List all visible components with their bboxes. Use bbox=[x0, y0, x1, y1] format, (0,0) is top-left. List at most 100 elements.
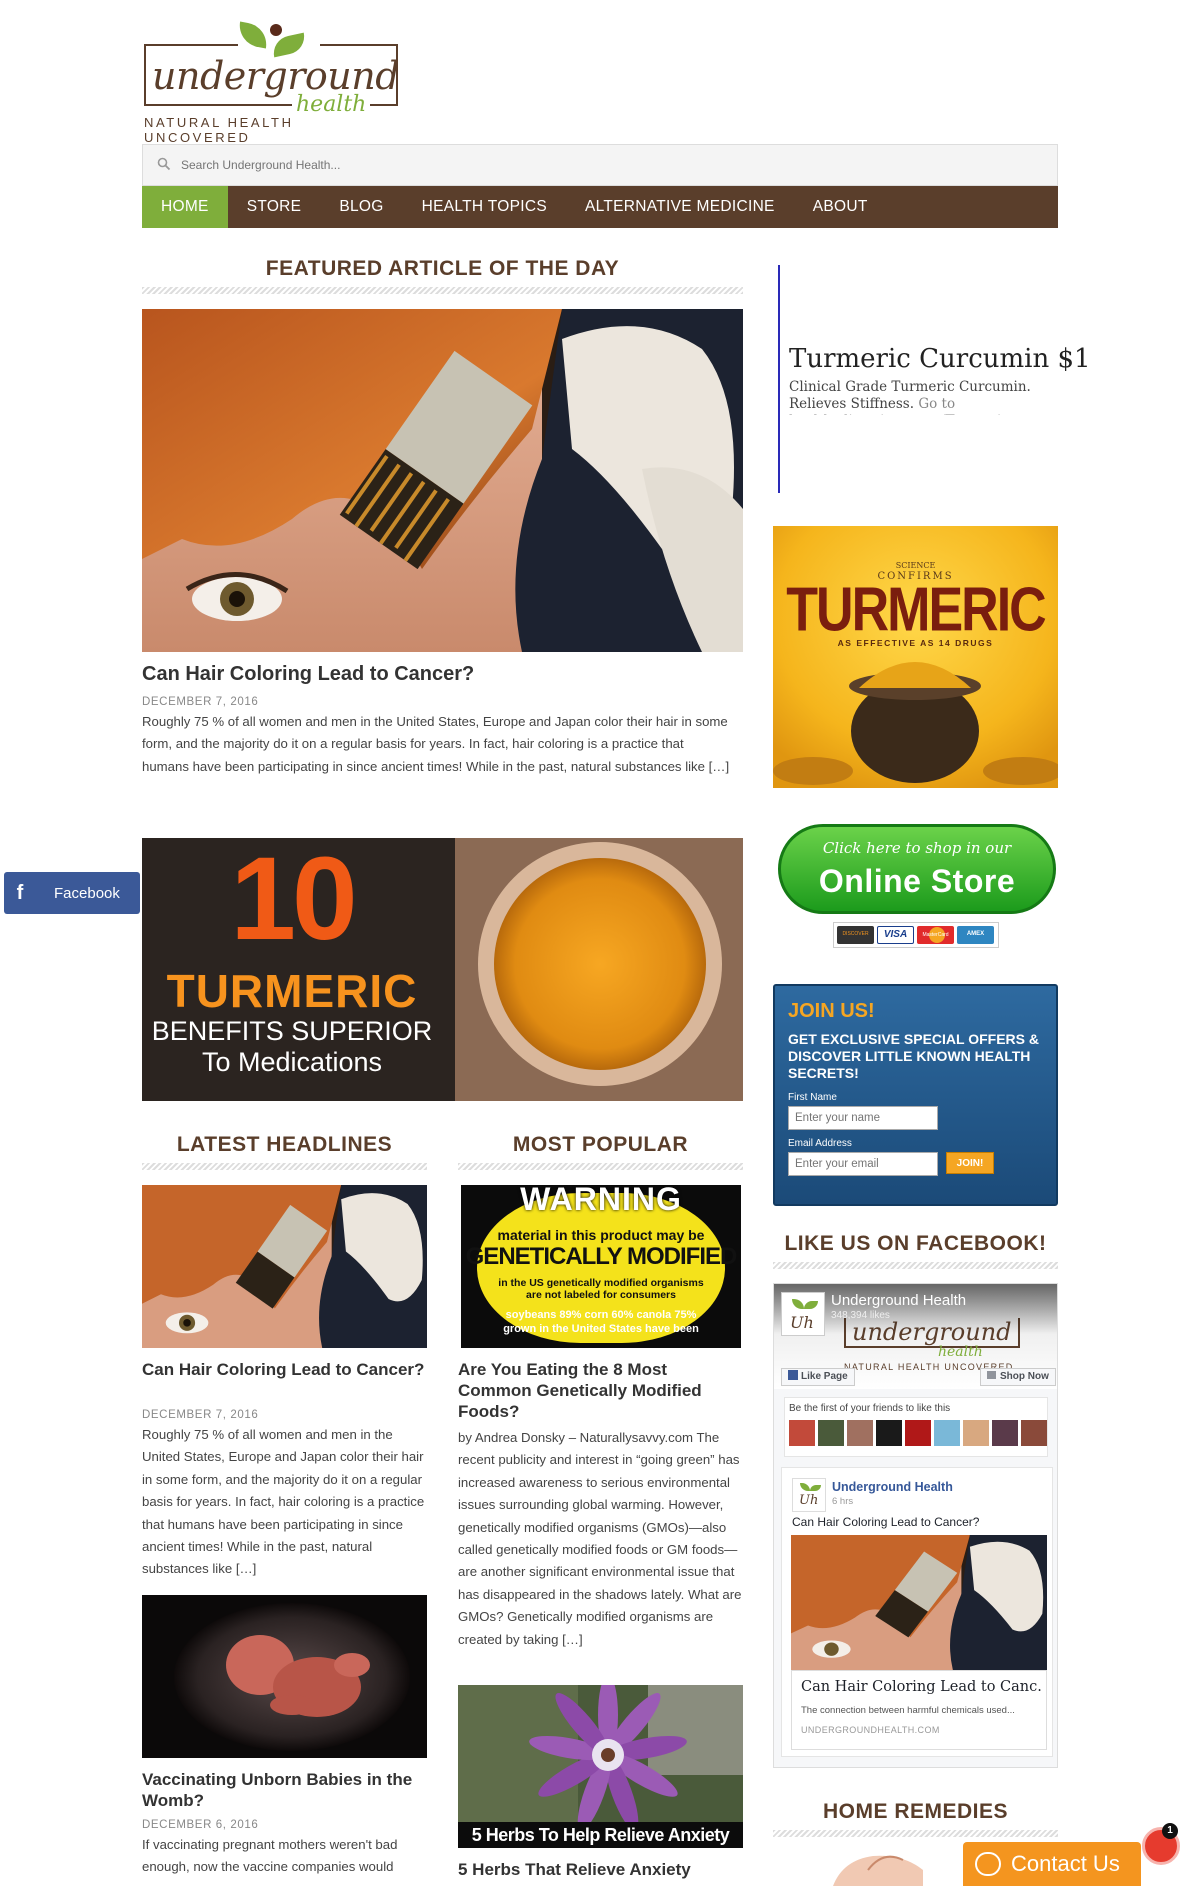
latest-date-1: DECEMBER 7, 2016 bbox=[142, 1409, 259, 1421]
facebook-section-title: LIKE US ON FACEBOOK! bbox=[784, 1232, 1047, 1255]
friend-avatar[interactable] bbox=[789, 1420, 815, 1446]
herbs-image-caption: 5 Herbs To Help Relieve Anxiety bbox=[471, 1825, 730, 1845]
nav-item-home[interactable]: HOME bbox=[142, 186, 228, 228]
nav-item-health-topics[interactable]: HEALTH TOPICS bbox=[403, 186, 566, 228]
contact-us-button[interactable]: Contact Us bbox=[963, 1842, 1141, 1886]
facebook-like-count: 348,394 likes bbox=[831, 1310, 890, 1321]
card-label: VISA bbox=[883, 929, 908, 940]
gmo-line-5: are not labeled for consumers bbox=[526, 1289, 676, 1301]
ad-desc-text: Clinical Grade Turmeric Curcumin. Reliev… bbox=[789, 379, 1031, 412]
online-store-button[interactable]: Click here to shop in our Online Store bbox=[778, 824, 1056, 914]
search-input[interactable] bbox=[181, 145, 1041, 185]
search-icon bbox=[157, 157, 171, 171]
latest-excerpt-2: If vaccinating pregnant mothers weren't … bbox=[142, 1837, 398, 1875]
banner-word: TURMERIC bbox=[166, 965, 418, 1017]
section-divider bbox=[142, 287, 743, 294]
first-name-field[interactable] bbox=[788, 1106, 938, 1130]
nav-item-blog[interactable]: BLOG bbox=[320, 186, 402, 228]
ad-title[interactable]: Turmeric Curcumin $12 bbox=[789, 344, 1091, 374]
featured-image[interactable] bbox=[142, 309, 743, 652]
facebook-post: Uh Underground Health 6 hrs Can Hair Col… bbox=[781, 1467, 1053, 1757]
popular-title-2[interactable]: 5 Herbs That Relieve Anxiety bbox=[458, 1859, 743, 1880]
friend-avatar[interactable] bbox=[934, 1420, 960, 1446]
turmeric-ad-word: TURMERIC bbox=[786, 575, 1046, 645]
link-card-description: The connection between harmful chemicals… bbox=[801, 1705, 1015, 1716]
banner-number: 10 bbox=[230, 838, 357, 965]
latest-image-1[interactable] bbox=[142, 1185, 427, 1348]
nav-item-about[interactable]: ABOUT bbox=[794, 186, 887, 228]
search-bar bbox=[142, 144, 1058, 186]
gmo-line-6: soybeans 89% corn 60% canola 75% bbox=[505, 1309, 697, 1321]
facebook-page-avatar[interactable]: Uh bbox=[781, 1292, 825, 1336]
card-mastercard-icon: MasterCard bbox=[917, 926, 954, 944]
floating-facebook-label: Facebook bbox=[54, 884, 120, 902]
card-label: MasterCard bbox=[922, 932, 949, 938]
card-amex-icon: AMEX bbox=[957, 926, 994, 944]
post-text: Can Hair Coloring Lead to Cancer? bbox=[792, 1515, 980, 1529]
friend-avatar[interactable] bbox=[818, 1420, 844, 1446]
card-label: DISCOVER bbox=[842, 931, 869, 937]
main-nav: HOME STORE BLOG HEALTH TOPICS ALTERNATIV… bbox=[142, 186, 1058, 228]
floating-facebook-button[interactable]: f Facebook bbox=[4, 872, 140, 914]
banner-line-2: To Medications bbox=[201, 1047, 383, 1077]
friend-avatar[interactable] bbox=[1021, 1420, 1047, 1446]
chat-bubble-icon bbox=[975, 1852, 1001, 1876]
logo-health: health bbox=[292, 92, 371, 117]
gmo-warning-image[interactable]: WARNING material in this product may be … bbox=[461, 1185, 741, 1348]
link-card-title: Can Hair Coloring Lead to Canc... bbox=[801, 1679, 1041, 1695]
join-title: JOIN US! bbox=[788, 1000, 875, 1022]
section-divider bbox=[458, 1163, 743, 1170]
friend-avatar[interactable] bbox=[963, 1420, 989, 1446]
site-logo[interactable]: underground health NATURAL HEALTH UNCOVE… bbox=[142, 18, 402, 145]
featured-section-title: FEATURED ARTICLE OF THE DAY bbox=[265, 257, 620, 280]
popular-section-title: MOST POPULAR bbox=[512, 1133, 689, 1156]
cover-logo-health: health bbox=[938, 1344, 983, 1360]
card-label: AMEX bbox=[966, 931, 985, 937]
seed-icon bbox=[270, 24, 282, 36]
latest-title-1[interactable]: Can Hair Coloring Lead to Cancer? bbox=[142, 1359, 427, 1380]
post-image[interactable] bbox=[791, 1535, 1047, 1670]
facebook-page-widget: underground health NATURAL HEALTH UNCOVE… bbox=[773, 1283, 1058, 1768]
turmeric-ad[interactable]: SCIENCE CONFIRMS TURMERIC AS EFFECTIVE A… bbox=[773, 526, 1058, 788]
nav-item-alternative-medicine[interactable]: ALTERNATIVE MEDICINE bbox=[566, 186, 794, 228]
first-name-label: First Name bbox=[788, 1092, 837, 1103]
post-time[interactable]: 6 hrs bbox=[832, 1496, 853, 1507]
featured-excerpt: Roughly 75 % of all women and men in the… bbox=[142, 714, 730, 774]
facebook-f-icon: f bbox=[16, 882, 24, 904]
latest-excerpt-1: Roughly 75 % of all women and men in the… bbox=[142, 1427, 425, 1577]
post-link-card[interactable]: Can Hair Coloring Lead to Canc... The co… bbox=[791, 1670, 1047, 1750]
featured-date: DECEMBER 7, 2016 bbox=[142, 696, 259, 708]
facebook-page-name[interactable]: Underground Health bbox=[831, 1292, 966, 1309]
ad-border bbox=[778, 265, 780, 493]
friend-avatar[interactable] bbox=[876, 1420, 902, 1446]
gmo-line-2: material in this product may be bbox=[497, 1227, 705, 1243]
latest-image-2[interactable] bbox=[142, 1595, 427, 1758]
post-avatar[interactable]: Uh bbox=[792, 1478, 826, 1512]
join-button[interactable]: JOIN! bbox=[946, 1152, 994, 1174]
latest-title-2[interactable]: Vaccinating Unborn Babies in the Womb? bbox=[142, 1769, 427, 1811]
store-button-line-2: Online Store bbox=[818, 863, 1016, 899]
email-field[interactable] bbox=[788, 1152, 938, 1176]
friends-box: Be the first of your friends to like thi… bbox=[784, 1397, 1048, 1457]
home-remedies-image[interactable] bbox=[773, 1850, 973, 1886]
card-discover-icon: DISCOVER bbox=[837, 926, 874, 944]
friends-text: Be the first of your friends to like thi… bbox=[789, 1403, 951, 1414]
facebook-f-icon bbox=[788, 1370, 798, 1380]
like-page-button[interactable]: Like Page bbox=[781, 1368, 855, 1386]
friend-avatar[interactable] bbox=[905, 1420, 931, 1446]
gmo-line-3: GENETICALLY MODIFIED bbox=[465, 1243, 738, 1270]
shop-now-button[interactable]: Shop Now bbox=[980, 1368, 1056, 1386]
herbs-image[interactable]: 5 Herbs To Help Relieve Anxiety bbox=[458, 1685, 743, 1848]
friend-avatar[interactable] bbox=[847, 1420, 873, 1446]
latest-date-2: DECEMBER 6, 2016 bbox=[142, 1819, 259, 1831]
post-author[interactable]: Underground Health bbox=[832, 1480, 953, 1494]
section-divider bbox=[773, 1262, 1058, 1269]
popular-excerpt-1: by Andrea Donsky – Naturallysavvy.com Th… bbox=[458, 1430, 742, 1647]
like-page-label: Like Page bbox=[801, 1371, 848, 1382]
featured-title[interactable]: Can Hair Coloring Lead to Cancer? bbox=[142, 662, 743, 686]
popular-title-1[interactable]: Are You Eating the 8 Most Common Genetic… bbox=[458, 1359, 743, 1422]
turmeric-benefits-banner[interactable]: 10 TURMERIC BENEFITS SUPERIOR To Medicat… bbox=[142, 838, 743, 1101]
nav-item-store[interactable]: STORE bbox=[228, 186, 321, 228]
friend-avatar[interactable] bbox=[992, 1420, 1018, 1446]
shop-now-label: Shop Now bbox=[1000, 1371, 1049, 1382]
